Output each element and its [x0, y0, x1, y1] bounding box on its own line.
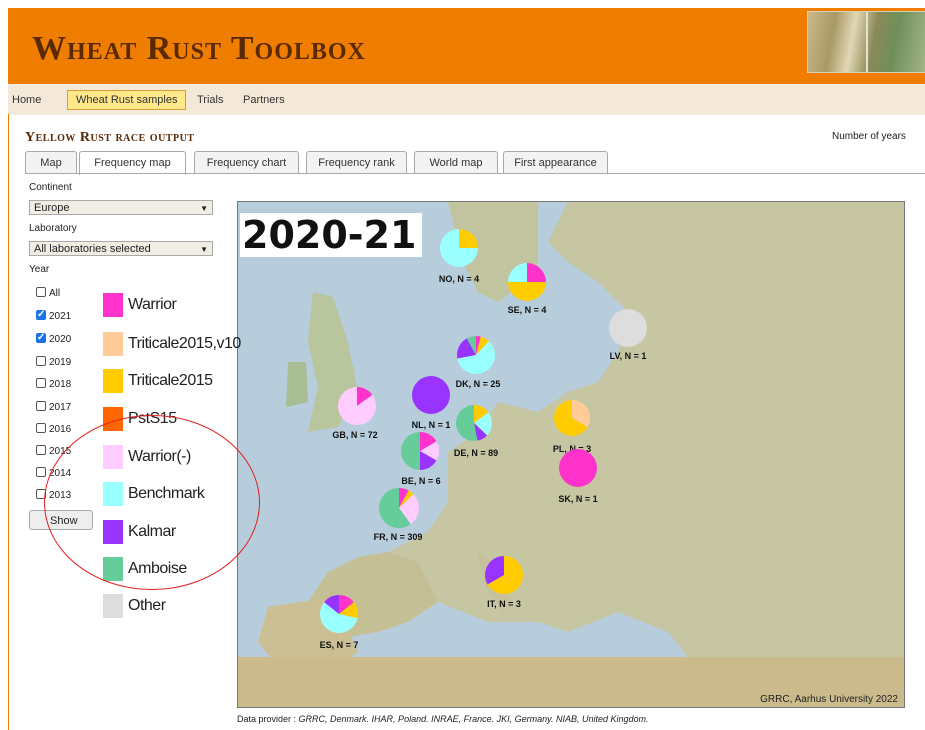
- year-checkbox[interactable]: [36, 331, 46, 344]
- legend-swatch: [103, 332, 123, 356]
- season-label: 2020-21: [240, 213, 423, 257]
- nav-partners[interactable]: Partners: [243, 94, 285, 106]
- page-title: Yellow Rust race output: [25, 130, 195, 145]
- left-border: [8, 114, 9, 730]
- tabs-baseline: [25, 173, 925, 174]
- tab-frequency-rank[interactable]: Frequency rank: [306, 151, 407, 174]
- continent-value: Europe: [34, 202, 70, 214]
- pie-label: ES, N = 7: [320, 640, 359, 650]
- legend-swatch: [103, 293, 123, 317]
- map-credit: GRRC, Aarhus University 2022: [760, 694, 898, 705]
- legend-swatch: [103, 594, 123, 618]
- top-nav: Home Wheat Rust samples Trials Partners: [8, 84, 925, 115]
- year-option-all[interactable]: All: [36, 287, 60, 300]
- year-option-label: 2021: [49, 311, 72, 322]
- pie-label: GB, N = 72: [332, 430, 377, 440]
- year-checkbox[interactable]: [36, 356, 46, 367]
- nav-home[interactable]: Home: [12, 94, 41, 106]
- pie-it[interactable]: IT, N = 3: [485, 556, 523, 609]
- year-option-label: 2016: [49, 424, 72, 435]
- pie-slice: [559, 449, 597, 487]
- pie-label: IT, N = 3: [487, 599, 521, 609]
- year-checkbox[interactable]: [36, 287, 46, 298]
- number-of-years-label: Number of years: [832, 131, 906, 142]
- pie-slice: [412, 376, 450, 414]
- tab-first-appearance[interactable]: First appearance: [503, 151, 608, 174]
- highlight-ellipse: [44, 415, 260, 590]
- year-option-2019[interactable]: 2019: [36, 356, 71, 369]
- laboratory-label: Laboratory: [29, 223, 77, 234]
- pie-nl[interactable]: NL, N = 1: [412, 376, 451, 430]
- app-title: Wheat Rust Toolbox: [32, 30, 366, 67]
- pie-sk[interactable]: SK, N = 1: [558, 449, 598, 504]
- year-checkbox[interactable]: [36, 308, 46, 321]
- pie-label: NL, N = 1: [412, 420, 451, 430]
- year-option-2018[interactable]: 2018: [36, 378, 71, 391]
- year-option-label: 2018: [49, 379, 72, 390]
- pie-label: LV, N = 1: [610, 351, 647, 361]
- year-option-label: 2017: [49, 402, 72, 413]
- nav-trials[interactable]: Trials: [197, 94, 223, 106]
- chevron-down-icon: ▼: [200, 204, 208, 213]
- wheat-field-logo-image: [807, 11, 925, 73]
- continent-select[interactable]: Europe ▼: [29, 200, 213, 215]
- pie-lv[interactable]: LV, N = 1: [609, 309, 647, 361]
- laboratory-value: All laboratories selected: [34, 243, 151, 255]
- pie-pl[interactable]: PL, N = 3: [553, 400, 591, 454]
- year-checkbox[interactable]: [36, 401, 46, 412]
- pie-label: FR, N = 309: [374, 532, 423, 542]
- continent-label: Continent: [29, 182, 72, 193]
- pie-label: DK, N = 25: [456, 379, 501, 389]
- pie-slice: [609, 309, 647, 347]
- legend-swatch: [103, 369, 123, 393]
- data-provider-text: GRRC, Denmark. IHAR, Poland. INRAE, Fran…: [298, 714, 649, 724]
- header-banner: Wheat Rust Toolbox Home Wheat Rust sampl…: [8, 8, 925, 115]
- tab-frequency-map[interactable]: Frequency map: [79, 151, 186, 175]
- tab-world-map[interactable]: World map: [414, 151, 498, 174]
- laboratory-select[interactable]: All laboratories selected ▼: [29, 241, 213, 256]
- pie-no[interactable]: NO, N = 4: [439, 229, 479, 284]
- pie-label: NO, N = 4: [439, 274, 479, 284]
- year-checkbox[interactable]: [36, 467, 46, 478]
- pie-label: BE, N = 6: [401, 476, 440, 486]
- year-option-2020[interactable]: 2020: [36, 331, 72, 346]
- year-checkbox[interactable]: [36, 423, 46, 434]
- tab-frequency-chart[interactable]: Frequency chart: [194, 151, 299, 174]
- year-option-2017[interactable]: 2017: [36, 401, 71, 414]
- pie-label: DE, N = 89: [454, 448, 498, 458]
- pie-label: SK, N = 1: [558, 494, 597, 504]
- year-option-label: All: [49, 288, 61, 299]
- year-option-2016[interactable]: 2016: [36, 423, 71, 436]
- data-provider-label: Data provider :: [237, 714, 297, 724]
- pie-be[interactable]: BE, N = 6: [401, 432, 441, 486]
- chevron-down-icon: ▼: [200, 245, 208, 254]
- pie-label: SE, N = 4: [508, 305, 547, 315]
- year-option-2021[interactable]: 2021: [36, 308, 72, 323]
- year-label: Year: [29, 264, 50, 275]
- tab-map[interactable]: Map: [25, 151, 77, 174]
- nav-wheat-rust-samples[interactable]: Wheat Rust samples: [67, 90, 187, 110]
- year-option-label: 2020: [49, 334, 72, 345]
- year-checkbox[interactable]: [36, 378, 46, 389]
- data-provider: Data provider : GRRC, Denmark. IHAR, Pol…: [237, 714, 649, 724]
- map-svg: NO, N = 4 SE, N = 4 LV, N = 1 DK, N = 25 GB,…: [238, 202, 904, 707]
- europe-frequency-map: NO, N = 4 SE, N = 4 LV, N = 1 DK, N = 25 GB,…: [237, 201, 905, 708]
- pie-es[interactable]: ES, N = 7: [320, 595, 359, 650]
- pie-se[interactable]: SE, N = 4: [508, 263, 547, 315]
- year-option-label: 2019: [49, 357, 72, 368]
- year-checkbox[interactable]: [36, 445, 46, 456]
